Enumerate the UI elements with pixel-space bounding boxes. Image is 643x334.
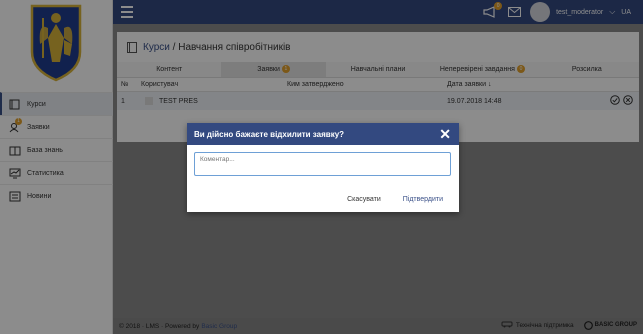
reject-request-dialog: Ви дійсно бажаєте відхилити заявку? ✕ Ск… (187, 123, 459, 212)
close-icon[interactable]: ✕ (439, 126, 451, 142)
confirm-button[interactable]: Підтвердити (403, 196, 443, 203)
comment-field[interactable] (194, 152, 451, 176)
cancel-button[interactable]: Скасувати (347, 196, 381, 203)
dialog-header: Ви дійсно бажаєте відхилити заявку? ✕ (187, 123, 459, 145)
dialog-title: Ви дійсно бажаєте відхилити заявку? (194, 129, 345, 139)
